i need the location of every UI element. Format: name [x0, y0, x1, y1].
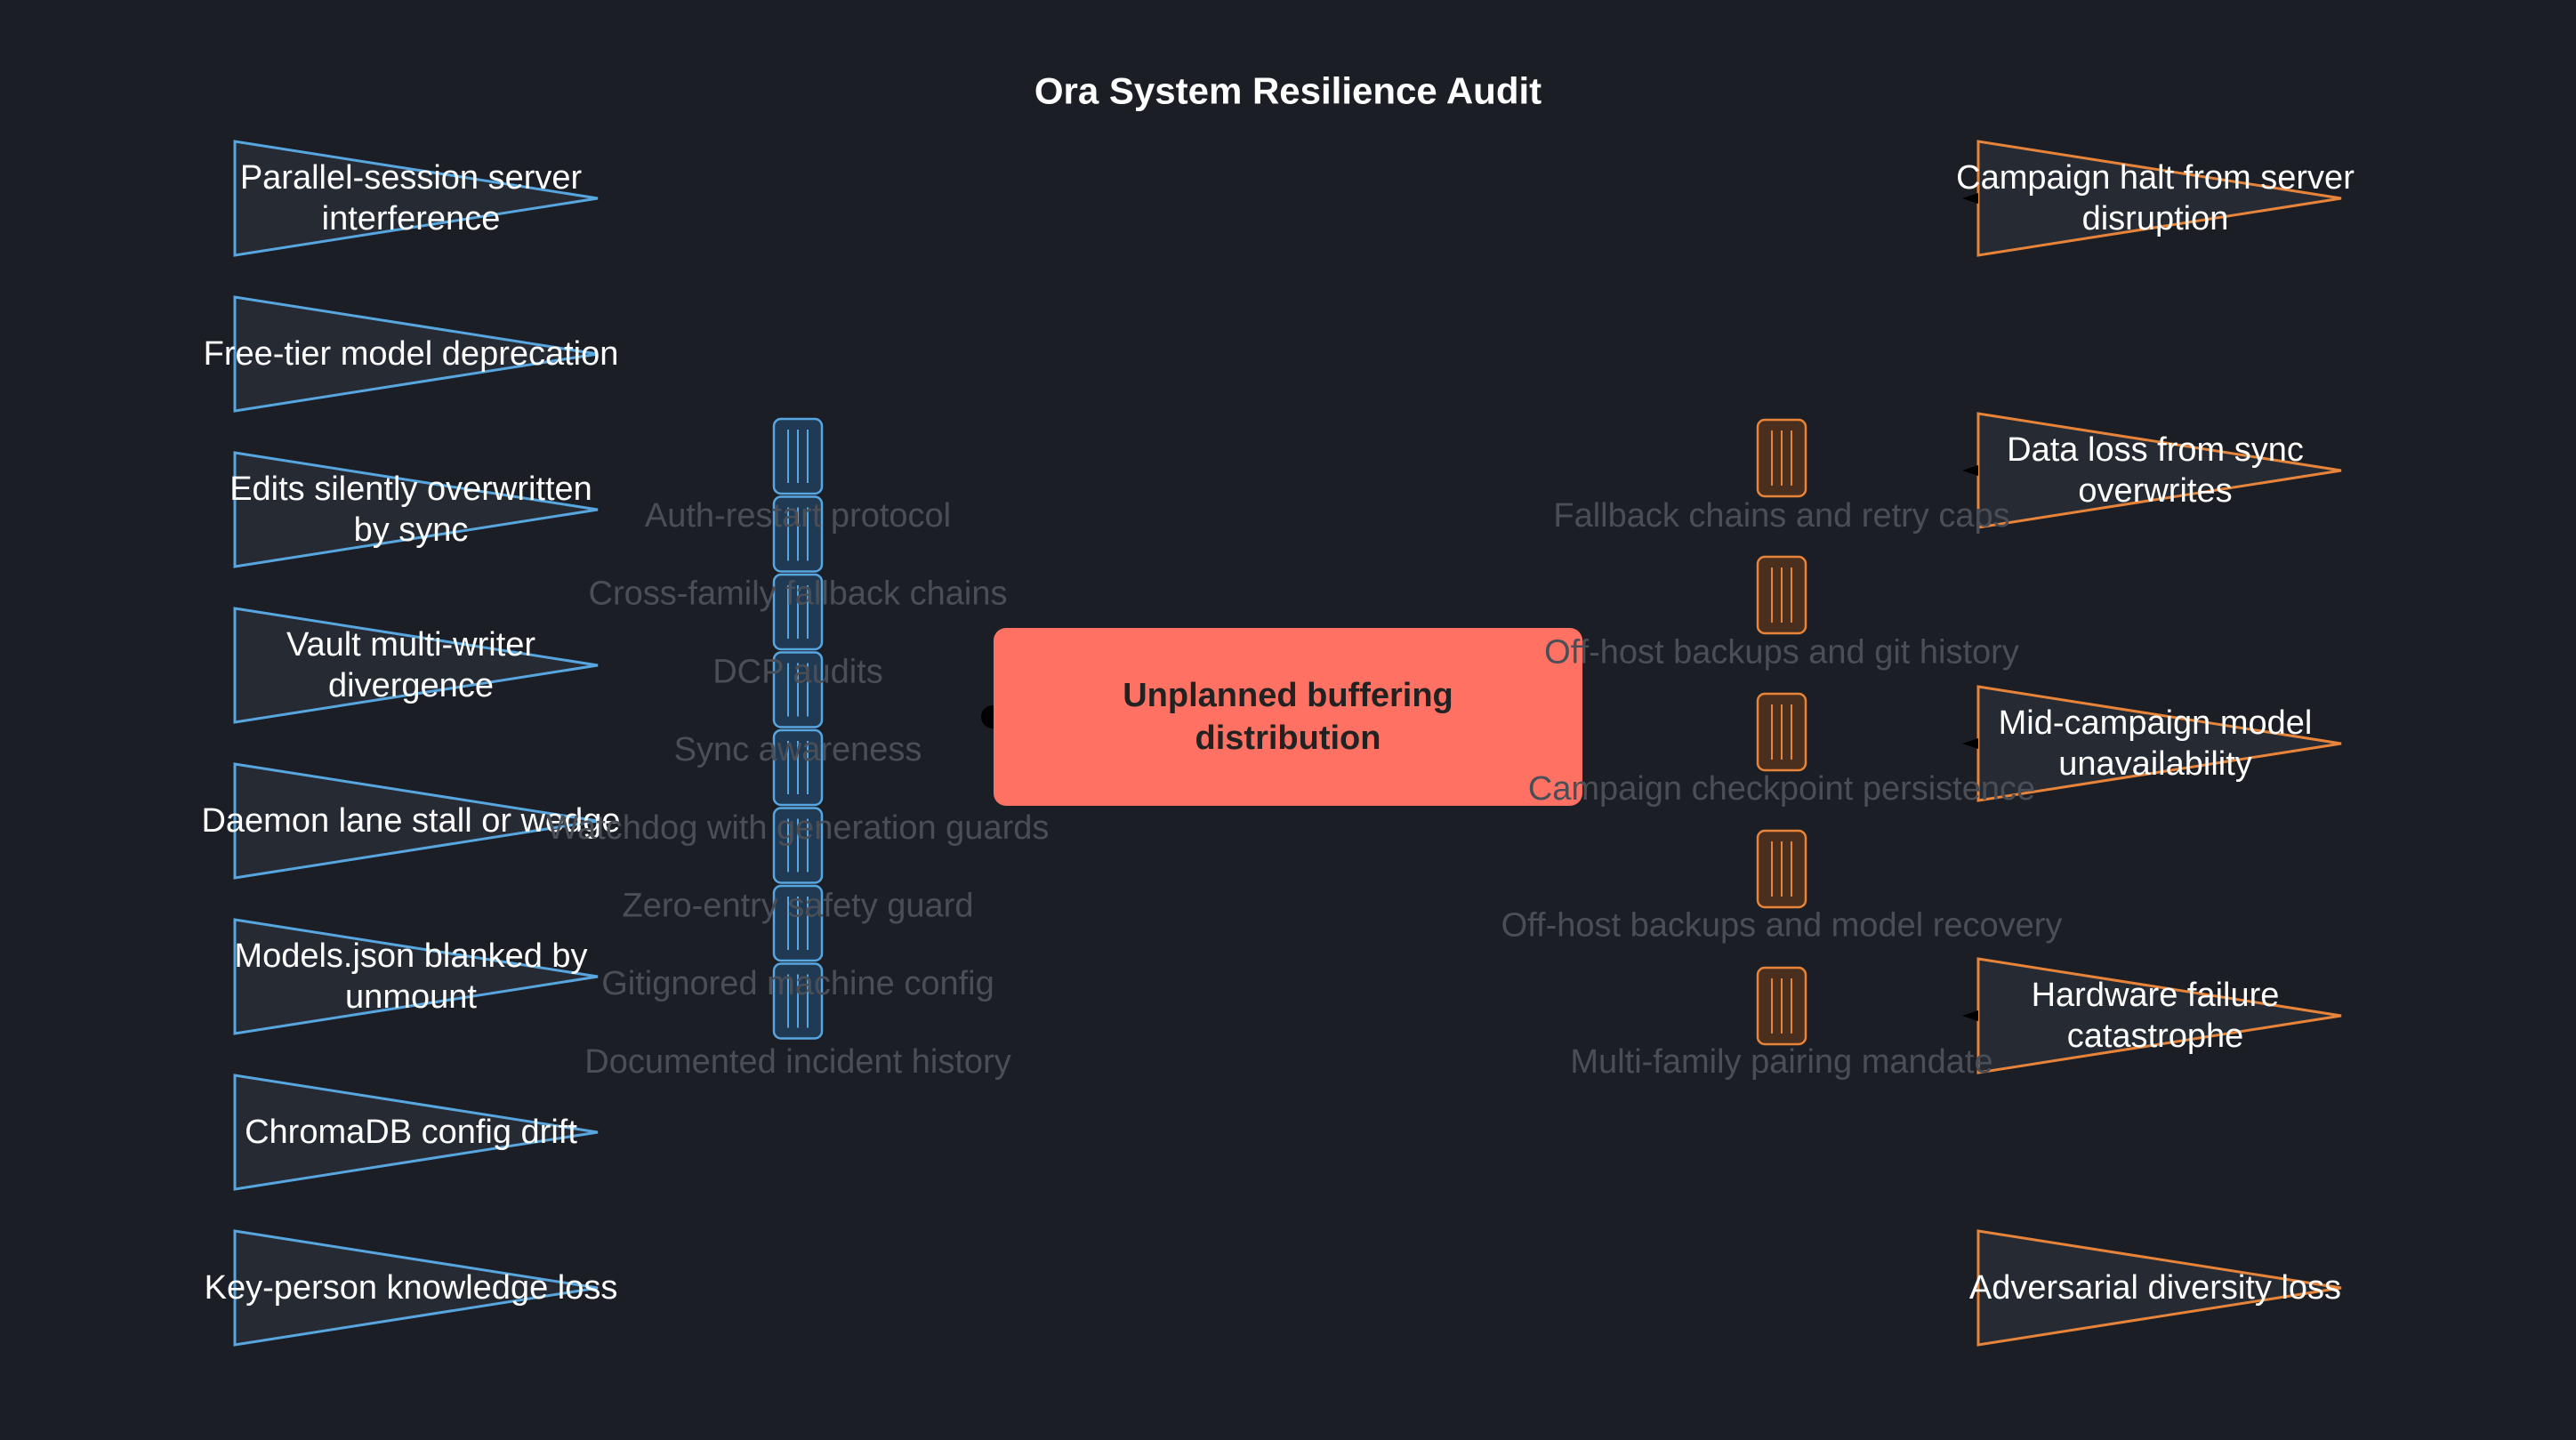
arrowhead-icon [1962, 738, 1978, 749]
consequence-label: Adversarial diversity loss [1969, 1269, 2341, 1307]
preventive-barrier-label: Documented incident history [584, 1043, 1010, 1081]
consequence-label-line: Mid-campaign model [1999, 704, 2313, 742]
threat-label-line: Edits silently overwritten [229, 471, 592, 508]
bowtie-diagram: Ora System Resilience Audit Parallel-sess… [0, 0, 2576, 1436]
preventive-barrier-label: Sync awareness [674, 731, 922, 768]
threat-label: Free-tier model deprecation [204, 335, 619, 373]
threat-label-line: unmount [345, 978, 477, 1016]
mitigation-barrier-label: Off-host backups and model recovery [1501, 907, 2063, 945]
consequence-label-line: Adversarial diversity loss [1969, 1269, 2341, 1307]
diagram-canvas: Ora System Resilience Audit Parallel-sess… [201, 70, 2355, 1347]
threat-label-line: Free-tier model deprecation [204, 335, 619, 373]
preventive-barrier-label: Watchdog with generation guards [547, 809, 1050, 847]
preventive-barrier-label: Gitignored machine config [601, 965, 994, 1002]
mitigation-barrier-label: Off-host backups and git history [1544, 634, 2019, 672]
consequence-label-line: unavailability [2058, 745, 2252, 783]
arrowhead-icon [1962, 465, 1978, 476]
top-event-box[interactable] [994, 628, 1582, 806]
threat-label-line: Parallel-session server [240, 159, 583, 197]
top-event-label-line: distribution [1195, 720, 1381, 757]
top-event-label-line: Unplanned buffering [1123, 677, 1453, 714]
threat-label: ChromaDB config drift [245, 1114, 577, 1151]
consequence-label-line: Campaign halt from server [1956, 159, 2355, 197]
diagram-title: Ora System Resilience Audit [1034, 70, 1542, 112]
threat-label-line: Key-person knowledge loss [205, 1269, 618, 1307]
mitigation-barrier-label: Multi-family pairing mandate [1570, 1043, 1992, 1081]
preventive-barrier-label: Cross-family fallback chains [589, 575, 1008, 613]
threat-label-line: divergence [328, 667, 494, 704]
consequence-label-line: overwrites [2078, 472, 2232, 510]
threat-label-line: interference [322, 200, 501, 237]
consequence-label-line: Data loss from sync [2007, 431, 2304, 469]
mitigation-barrier-label: Campaign checkpoint persistence [1528, 770, 2035, 808]
preventive-barrier-label: Auth-restart protocol [645, 497, 951, 535]
preventive-barrier-label: DCP audits [712, 653, 883, 690]
threat-label: Key-person knowledge loss [205, 1269, 618, 1307]
threat-label-line: ChromaDB config drift [245, 1114, 577, 1151]
threat-label-line: Vault multi-writer [286, 626, 535, 664]
mitigation-barrier-label: Fallback chains and retry caps [1553, 497, 2009, 535]
consequence-label-line: Hardware failure [2032, 977, 2280, 1014]
preventive-barrier-label: Zero-entry safety guard [623, 888, 974, 925]
threat-label-line: Models.json blanked by [234, 937, 587, 975]
arrowhead-icon [1962, 1010, 1978, 1021]
consequence-label-line: catastrophe [2067, 1018, 2244, 1055]
threat-label-line: by sync [354, 511, 469, 549]
consequence-label-line: disruption [2082, 200, 2229, 237]
